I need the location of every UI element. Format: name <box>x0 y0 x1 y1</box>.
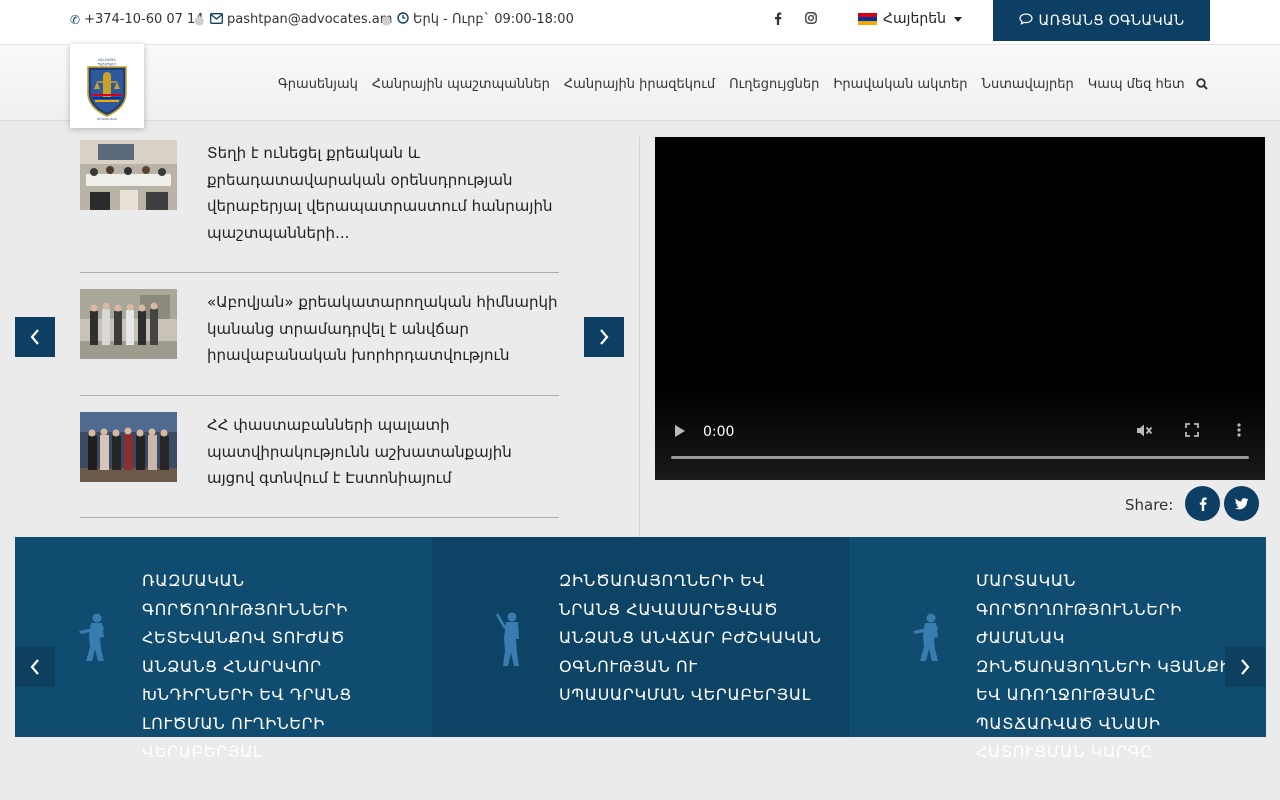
featured-card[interactable]: ԶԻՆԾԱՌԱՅՈՂՆԵՐԻ ԵՎ ՆՐԱՆՑ ՀԱՎԱՍԱՐԵՑՎԱԾ ԱՆՁ… <box>432 537 849 737</box>
play-icon[interactable] <box>675 425 685 437</box>
news-next-button[interactable] <box>584 317 624 357</box>
news-item[interactable]: ՀՀ փաստաբանների պալատի պատվիրակությունն … <box>80 412 559 492</box>
news-item[interactable]: «Աբովյան» քրեակատարողական հիմնարկի կանան… <box>80 289 559 369</box>
soldier-icon <box>77 611 113 667</box>
clock-icon <box>397 12 409 27</box>
separator-dot: ● <box>194 13 205 27</box>
news-thumbnail[interactable] <box>80 289 177 359</box>
featured-next-button[interactable] <box>1225 647 1265 687</box>
svg-text:ՊԱՇՏՊԱՆԻ: ՊԱՇՏՊԱՆԻ <box>97 63 117 67</box>
email-contact[interactable]: pashtpan@advocates.am <box>210 12 392 27</box>
featured-card-title: ՄԱՐՏԱԿԱՆ ԳՈՐԾՈՂՈՒԹՅՈՒՆՆԵՐԻ ԺԱՄԱՆԱԿ ԶԻՆԾԱ… <box>976 571 1244 761</box>
armenian-flag-icon <box>858 13 877 25</box>
chevron-left-icon <box>30 329 39 345</box>
language-label: Հայերեն <box>883 11 946 27</box>
featured-prev-button[interactable] <box>15 647 55 687</box>
featured-card-title: ՌԱԶՄԱԿԱՆ ԳՈՐԾՈՂՈՒԹՅՈՒՆՆԵՐԻ ՀԵՏԵՎԱՆՔՈՎ ՏՈ… <box>142 571 352 761</box>
phone-number: +374-10-60 07 14 <box>84 12 204 27</box>
logo[interactable]: ՀԱՆՐԱՅԻՆ ՊԱՇՏՊԱՆԻ ԳՐԱՍԵՆՅԱԿ <box>70 44 144 128</box>
nav-item-guides[interactable]: Ուղեցույցներ <box>729 77 819 92</box>
email-address: pashtpan@advocates.am <box>227 12 393 27</box>
phone-contact[interactable]: ✆ +374-10-60 07 14 <box>70 12 204 27</box>
language-selector[interactable]: Հայերեն <box>858 11 962 27</box>
envelope-icon <box>210 12 223 27</box>
chevron-right-icon <box>600 329 609 345</box>
mute-icon[interactable] <box>1136 423 1153 442</box>
divider <box>80 395 559 396</box>
video-time: 0:00 <box>703 424 735 440</box>
soldier-icon <box>494 611 530 671</box>
nav-item-contact[interactable]: Կապ մեզ հետ <box>1088 77 1185 92</box>
news-title[interactable]: Տեղի է ունեցել քրեական և քրեադատավարական… <box>207 140 559 246</box>
chevron-right-icon <box>1241 659 1250 675</box>
news-thumbnail[interactable] <box>80 140 177 210</box>
nav-item-legal-acts[interactable]: Իրավական ակտեր <box>833 77 967 92</box>
twitter-icon <box>1234 497 1248 509</box>
share-label: Share: <box>1125 496 1174 514</box>
chat-bubble-icon <box>1018 12 1033 29</box>
chevron-left-icon <box>30 659 39 675</box>
top-bar: ✆ +374-10-60 07 14 ● pashtpan@advocates.… <box>0 0 1280 45</box>
news-prev-button[interactable] <box>15 317 55 357</box>
news-thumbnail[interactable] <box>80 412 177 482</box>
news-title[interactable]: ՀՀ փաստաբանների պալատի պատվիրակությունն … <box>207 412 559 492</box>
soldier-icon <box>911 611 947 667</box>
fullscreen-icon[interactable] <box>1185 423 1199 441</box>
phone-icon: ✆ <box>70 12 81 27</box>
video-player[interactable]: 0:00 <box>655 137 1265 480</box>
facebook-icon[interactable] <box>774 12 782 29</box>
hours-text: Երկ - Ուրբ` 09:00-18:00 <box>413 12 574 27</box>
separator-dot: ● <box>381 13 392 27</box>
facebook-share-button[interactable] <box>1185 486 1220 521</box>
svg-text:ՀԱՆՐԱՅԻՆ: ՀԱՆՐԱՅԻՆ <box>98 58 117 62</box>
nav-item-public-defenders[interactable]: Հանրային պաշտպաններ <box>372 77 550 92</box>
divider <box>80 272 559 273</box>
news-title[interactable]: «Աբովյան» քրեակատարողական հիմնարկի կանան… <box>207 289 559 369</box>
video-controls-backdrop <box>655 390 1265 480</box>
chevron-down-icon <box>953 16 962 22</box>
facebook-icon <box>1199 497 1207 511</box>
nav-item-office[interactable]: Գրասենյակ <box>278 77 358 92</box>
video-progress-bar[interactable] <box>671 456 1249 459</box>
nav-item-public-awareness[interactable]: Հանրային իրազեկում <box>564 77 715 92</box>
featured-card[interactable]: ՌԱԶՄԱԿԱՆ ԳՈՐԾՈՂՈՒԹՅՈՒՆՆԵՐԻ ՀԵՏԵՎԱՆՔՈՎ ՏՈ… <box>15 537 432 761</box>
more-options-icon[interactable] <box>1237 423 1241 441</box>
instagram-icon[interactable] <box>805 12 817 28</box>
nav-menu: Գրասենյակ Հանրային պաշտպաններ Հանրային ի… <box>278 77 1185 92</box>
featured-card-title: ԶԻՆԾԱՌԱՅՈՂՆԵՐԻ ԵՎ ՆՐԱՆՑ ՀԱՎԱՍԱՐԵՑՎԱԾ ԱՆՁ… <box>559 571 822 704</box>
online-consultant-label: ԱՌՑԱՆՑ ՕԳՆԱԿԱՆ <box>1038 12 1185 29</box>
online-consultant-button[interactable]: ԱՌՑԱՆՑ ՕԳՆԱԿԱՆ <box>993 0 1210 41</box>
svg-text:ԳՐԱՍԵՆՅԱԿ: ԳՐԱՍԵՆՅԱԿ <box>97 117 117 121</box>
divider <box>80 517 559 518</box>
featured-card[interactable]: ՄԱՐՏԱԿԱՆ ԳՈՐԾՈՂՈՒԹՅՈՒՆՆԵՐԻ ԺԱՄԱՆԱԿ ԶԻՆԾԱ… <box>849 537 1266 761</box>
emblem-icon: ՀԱՆՐԱՅԻՆ ՊԱՇՏՊԱՆԻ ԳՐԱՍԵՆՅԱԿ <box>86 57 128 121</box>
working-hours: Երկ - Ուրբ` 09:00-18:00 <box>397 12 574 27</box>
news-item[interactable]: Տեղի է ունեցել քրեական և քրեադատավարական… <box>80 140 559 246</box>
search-icon[interactable] <box>1196 78 1208 94</box>
column-separator <box>639 137 640 537</box>
nav-item-locations[interactable]: Նստավայրեր <box>982 77 1074 92</box>
featured-carousel: ՌԱԶՄԱԿԱՆ ԳՈՐԾՈՂՈՒԹՅՈՒՆՆԵՐԻ ՀԵՏԵՎԱՆՔՈՎ ՏՈ… <box>15 537 1266 761</box>
twitter-share-button[interactable] <box>1224 486 1259 521</box>
